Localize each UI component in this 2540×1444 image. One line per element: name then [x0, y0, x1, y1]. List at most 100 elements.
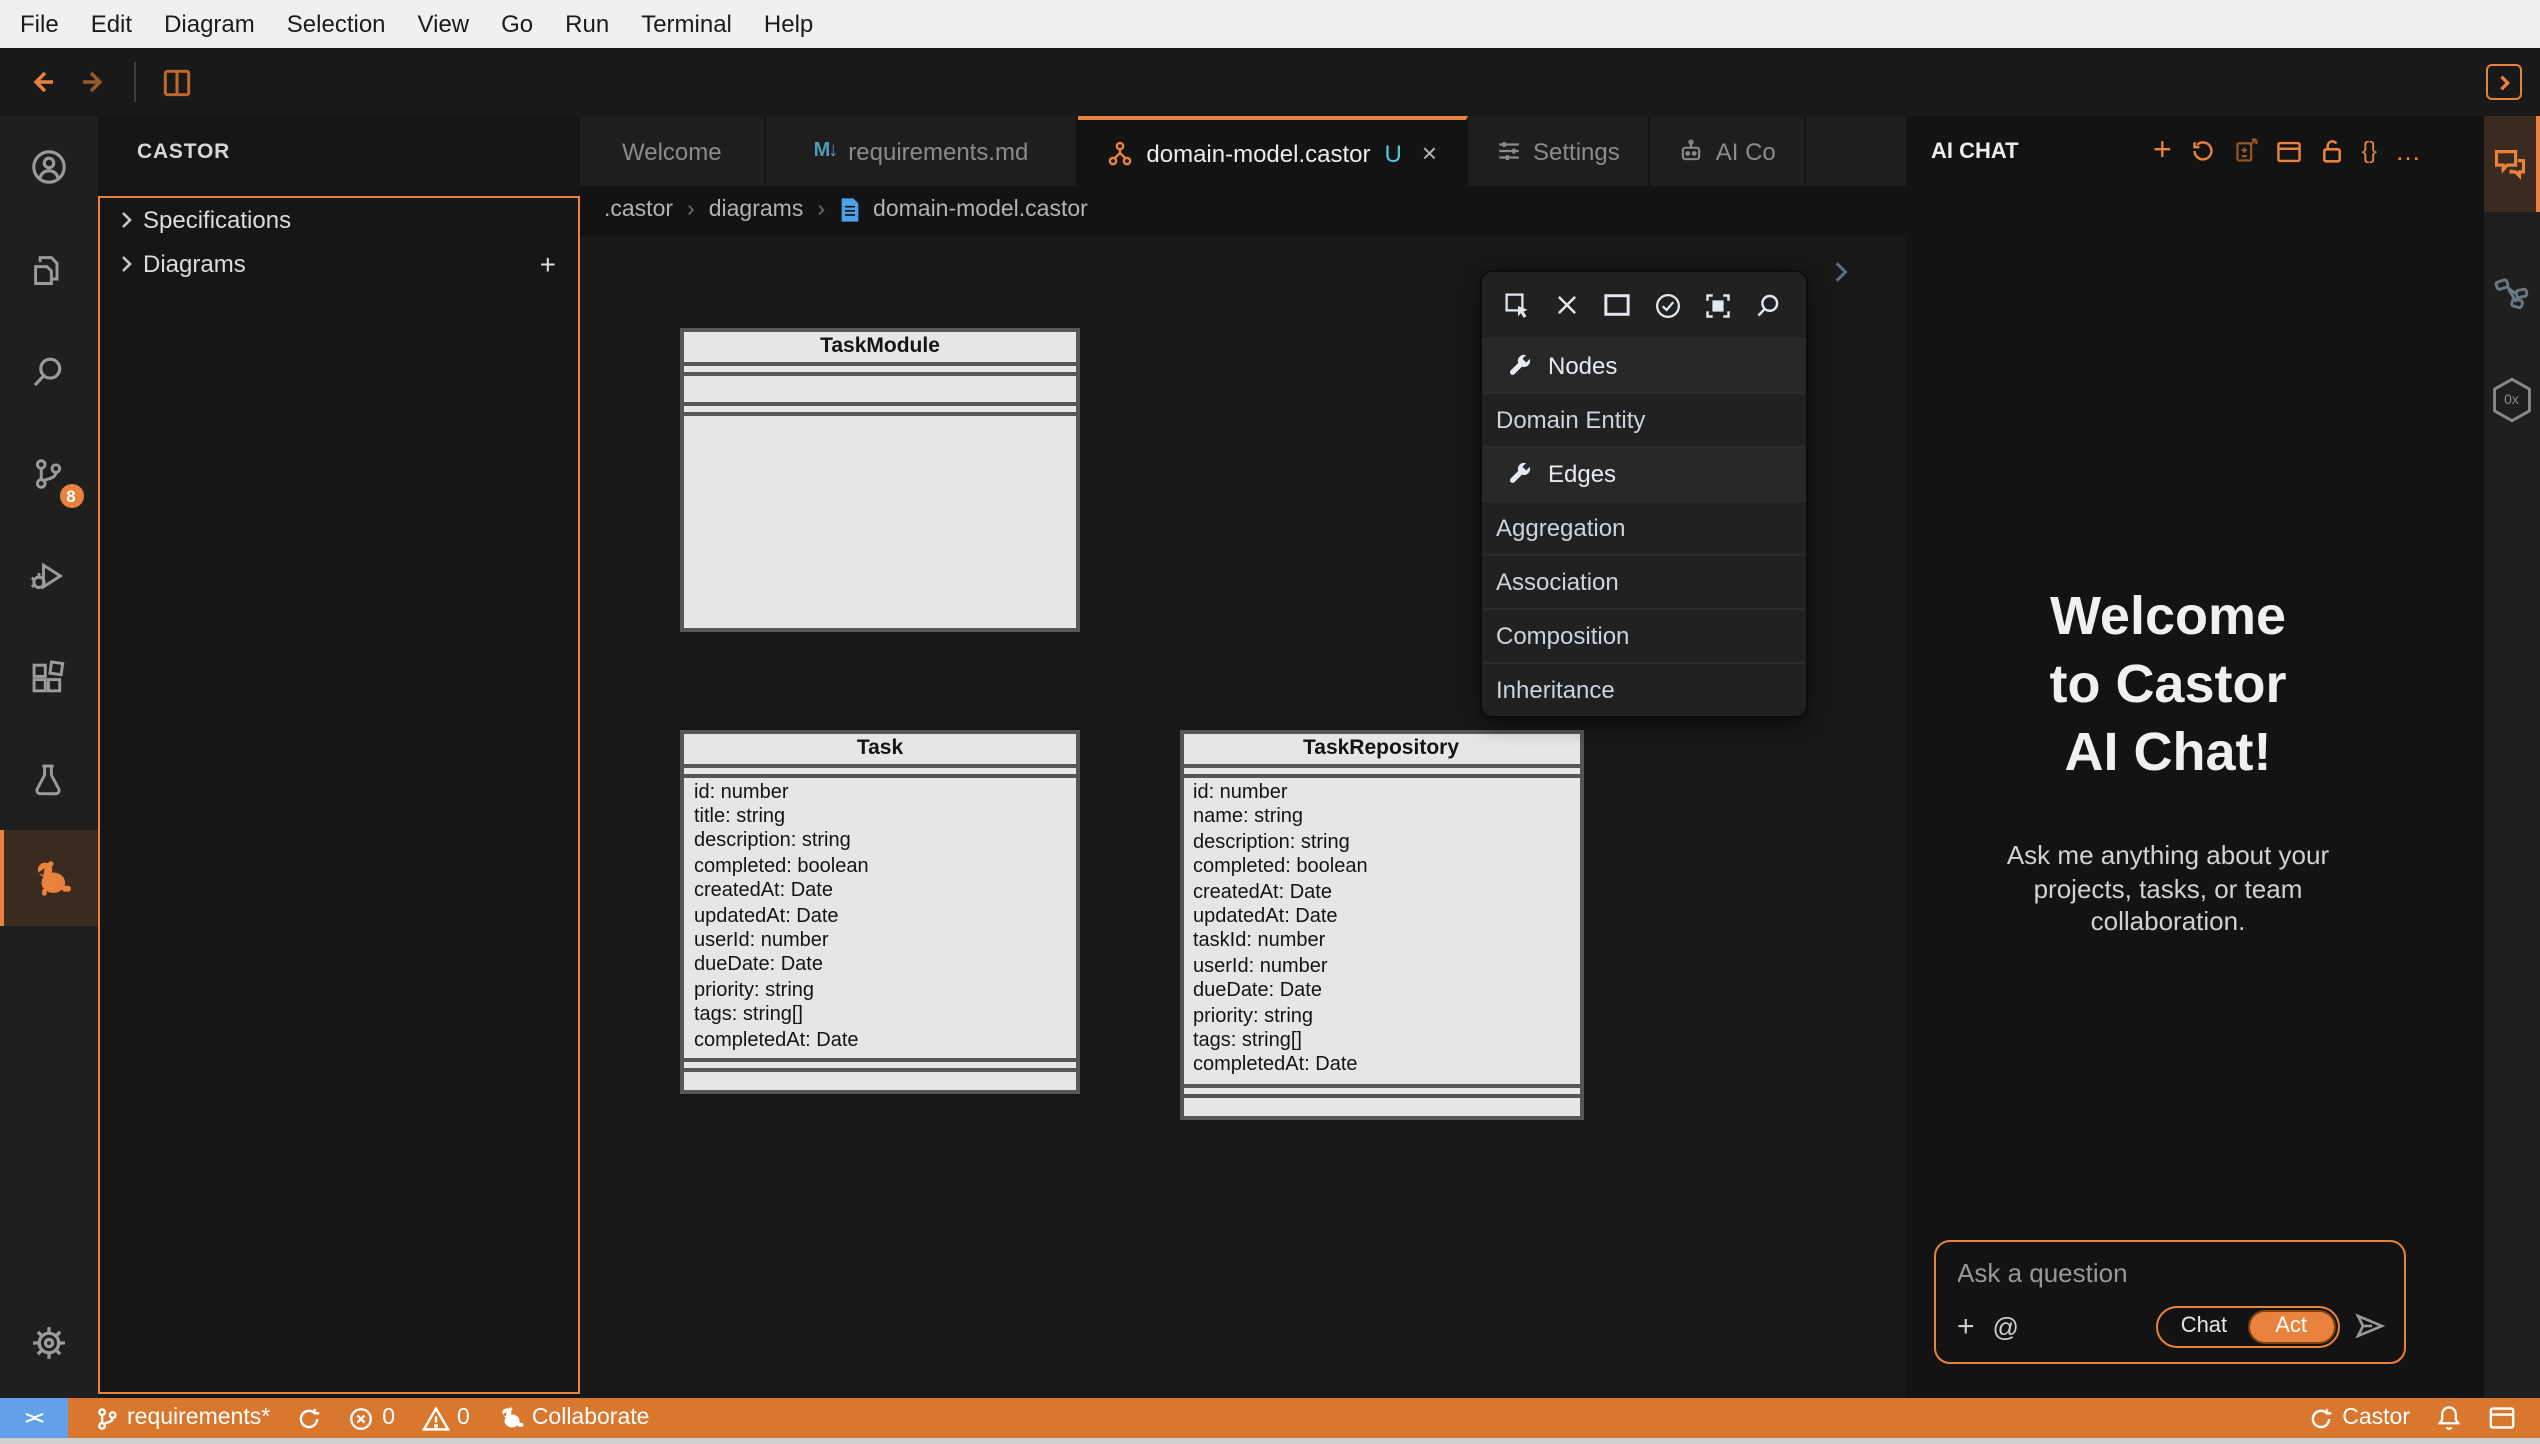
breadcrumb-segment[interactable]: domain-model.castor [873, 199, 1088, 223]
testing-beaker-icon[interactable] [0, 728, 97, 830]
mode-chat-option[interactable]: Chat [2161, 1314, 2248, 1338]
chat-input-box[interactable]: + @ Chat Act [1933, 1239, 2405, 1363]
extensions-icon[interactable] [0, 626, 97, 728]
diagram-palette: Nodes Domain Entity Edges AggregationAss… [1480, 270, 1807, 718]
add-diagram-button[interactable]: + [540, 248, 556, 280]
back-arrow-icon[interactable] [22, 62, 62, 102]
menu-item[interactable]: Edit [75, 0, 148, 48]
tab-welcome[interactable]: Welcome [580, 116, 766, 186]
close-tool-icon[interactable] [1554, 292, 1580, 318]
palette-item[interactable]: Composition [1482, 608, 1805, 662]
chat-question-input[interactable] [1957, 1257, 2257, 1287]
forward-arrow-icon[interactable] [74, 62, 114, 102]
bottom-edge-strip [0, 1438, 2540, 1444]
layout-icon[interactable] [2276, 139, 2302, 163]
menu-bar: FileEditDiagramSelectionViewGoRunTermina… [0, 0, 2540, 48]
diagram-canvas[interactable]: TaskModule Task id: numbertitle: stringd… [580, 235, 1905, 1398]
menu-item[interactable]: View [402, 0, 486, 48]
account-icon[interactable] [0, 116, 97, 218]
breadcrumb-segment[interactable]: diagrams [709, 199, 804, 223]
tab-settings[interactable]: Settings [1467, 116, 1650, 186]
palette-item[interactable]: Inheritance [1482, 662, 1805, 716]
more-actions-icon[interactable]: … [2395, 136, 2423, 166]
source-control-icon[interactable]: 8 [0, 422, 97, 524]
warnings-status-item[interactable]: 0 [421, 1405, 470, 1431]
palette-group-nodes[interactable]: Nodes [1482, 338, 1805, 392]
mode-act-option[interactable]: Act [2247, 1309, 2335, 1343]
errors-status-item[interactable]: 0 [348, 1405, 395, 1431]
compartment-separator [684, 763, 1076, 777]
menu-item[interactable]: Selection [271, 0, 402, 48]
class-attribute: tags: string[] [1193, 1030, 1579, 1055]
class-box-taskmodule[interactable]: TaskModule [680, 328, 1080, 632]
class-attribute: priority: string [694, 980, 1076, 1005]
split-editor-icon[interactable] [156, 62, 196, 102]
app-name-label: Castor [2342, 1406, 2410, 1430]
menu-item[interactable]: Run [549, 0, 625, 48]
menu-item[interactable]: Diagram [148, 0, 271, 48]
search-tool-icon[interactable] [1755, 291, 1783, 319]
palette-item[interactable]: Association [1482, 554, 1805, 608]
attach-plus-icon[interactable]: + [1957, 1309, 1975, 1343]
run-debug-icon[interactable] [0, 524, 97, 626]
palette-item-domain-entity[interactable]: Domain Entity [1482, 392, 1805, 446]
palette-edge-items: AggregationAssociationCompositionInherit… [1482, 500, 1805, 716]
mention-at-icon[interactable]: @ [1993, 1311, 2019, 1341]
focus-tool-icon[interactable] [1705, 291, 1733, 319]
breadcrumb-segment[interactable]: .castor [604, 199, 673, 223]
class-attribute: userId: number [694, 930, 1076, 955]
marquee-tool-icon[interactable] [1602, 292, 1632, 318]
tab-label: Welcome [622, 137, 722, 165]
menu-item[interactable]: Go [485, 0, 549, 48]
menu-item[interactable]: Terminal [625, 0, 748, 48]
new-chat-icon[interactable]: + [2153, 139, 2172, 163]
explorer-icon[interactable] [0, 218, 97, 320]
sync-status-item[interactable] [296, 1405, 322, 1431]
palette-collapse-chevron-icon[interactable] [1830, 257, 1852, 285]
panel-layout-icon[interactable] [2488, 1406, 2516, 1430]
sidebar-item-specifications[interactable]: Specifications [99, 198, 578, 242]
tab-requirements[interactable]: M↓ requirements.md [766, 116, 1079, 186]
sidebar-item-diagrams[interactable]: Diagrams + [99, 242, 578, 286]
chat-input-toolbar: + @ Chat Act [1957, 1305, 2385, 1347]
chat-mode-toggle[interactable]: Chat Act [2157, 1305, 2339, 1347]
class-box-task[interactable]: Task id: numbertitle: stringdescription:… [680, 729, 1080, 1094]
settings-gear-icon[interactable] [0, 1302, 97, 1382]
menu-item[interactable]: File [4, 0, 75, 48]
palette-toolbar [1482, 272, 1805, 338]
close-tab-icon[interactable]: × [1422, 138, 1437, 168]
panel-toggle-button[interactable] [2486, 64, 2522, 100]
class-box-taskrepository[interactable]: TaskRepository id: numbername: stringdes… [1179, 730, 1583, 1120]
remote-indicator[interactable]: >< [0, 1398, 67, 1438]
collaborate-status-item[interactable]: Collaborate [496, 1404, 650, 1432]
send-icon[interactable] [2353, 1312, 2385, 1340]
history-icon[interactable] [2190, 138, 2216, 164]
unlock-icon[interactable] [2320, 138, 2344, 164]
ai-chat-header: AI CHAT + {} … [1905, 116, 2483, 186]
palette-group-label: Edges [1548, 460, 1616, 488]
tab-ai-co[interactable]: AI Co [1650, 116, 1806, 186]
pointer-tool-icon[interactable] [1504, 291, 1532, 319]
branch-status-item[interactable]: requirements* [93, 1405, 270, 1431]
file-icon [839, 199, 859, 223]
ai-chat-panel: AI CHAT + {} … [1905, 116, 2483, 1398]
notifications-bell-icon[interactable] [2436, 1404, 2462, 1432]
tab-domain-model[interactable]: domain-model.castor U × [1078, 116, 1467, 186]
share-diagram-icon[interactable] [2492, 272, 2532, 312]
castor-sync-status-item[interactable]: Castor [2308, 1405, 2410, 1431]
search-icon[interactable] [0, 320, 97, 422]
class-name: TaskModule [684, 332, 1076, 362]
hex-0x-icon[interactable]: 0x [2490, 376, 2534, 424]
palette-group-edges[interactable]: Edges [1482, 446, 1805, 500]
class-attribute: description: string [1193, 832, 1579, 857]
braces-icon[interactable]: {} [2362, 139, 2377, 163]
chat-bubbles-icon[interactable] [2483, 116, 2540, 212]
castor-beaver-icon[interactable] [0, 830, 97, 926]
export-icon[interactable] [2234, 138, 2258, 164]
check-tool-icon[interactable] [1655, 291, 1683, 319]
palette-item[interactable]: Aggregation [1482, 500, 1805, 554]
class-attribute: dueDate: Date [1193, 981, 1579, 1006]
class-attribute: id: number [694, 781, 1076, 806]
class-attribute: userId: number [1193, 956, 1579, 981]
menu-item[interactable]: Help [748, 0, 829, 48]
